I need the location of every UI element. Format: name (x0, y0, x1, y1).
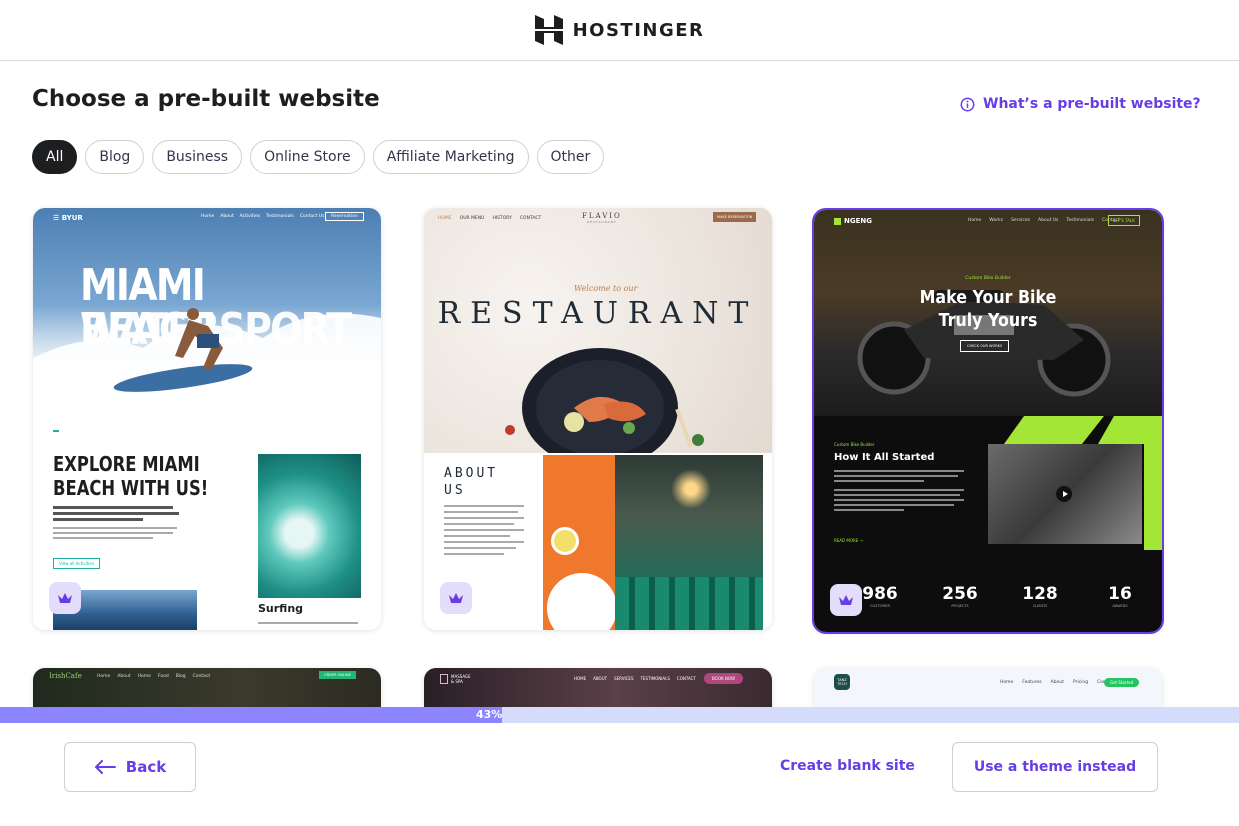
template-card-restaurant[interactable]: HOME OUR MENU HISTORY CONTACT FLAVIO RESTAU… (424, 208, 772, 630)
preview-read-more: READ MORE → (834, 538, 863, 543)
filter-all[interactable]: All (32, 140, 78, 174)
preview-logo: MASSAGE & SPA (440, 674, 471, 684)
progress-label: 43% (476, 708, 503, 721)
progress-fill (0, 707, 503, 723)
preview-cta: Get Started (1104, 678, 1140, 687)
stat-value: 16 (1108, 584, 1132, 604)
page-title: Choose a pre-built website (32, 86, 380, 112)
preview-cta: ORDER ONLINE (319, 671, 356, 679)
create-blank-site-button[interactable]: Create blank site (780, 758, 915, 774)
back-button[interactable]: Back (64, 742, 196, 792)
preview-about-1: ABOUT (444, 466, 499, 481)
preview-nav: HomeFeaturesAboutPricingContact (1000, 680, 1115, 685)
stat-label: AWARDS (1112, 604, 1128, 608)
preview-section: EXPLORE MIAMI BEACH WITH US! View all Ac… (33, 422, 381, 630)
preview-hero: NGENG Home Works Services About Us Testimoni… (814, 210, 1162, 416)
back-button-label: Back (125, 758, 167, 776)
preview-nav: HOME ABOUT SERVICES TESTIMONIALS CONTACT (574, 676, 696, 681)
filter-blog[interactable]: Blog (85, 140, 145, 174)
preview-section-title: How It All Started (834, 452, 935, 463)
preview-hero-line-1: Make Your Bike (919, 287, 1057, 308)
category-filters: All Blog Business Online Store Affiliate… (32, 140, 605, 174)
surfer-illustration (33, 308, 381, 422)
filter-other[interactable]: Other (536, 140, 605, 174)
crown-icon (449, 593, 463, 603)
preview-hero-line-2: Truly Yours (938, 310, 1038, 331)
arrow-left-icon (94, 760, 116, 774)
plate-illustration (505, 348, 704, 453)
premium-badge (49, 582, 81, 614)
preview-kicker: Custom Bike Builder (965, 276, 1011, 281)
preview-nav: Home About Home Food Blog Contact (97, 674, 211, 679)
filter-online-store[interactable]: Online Store (250, 140, 365, 174)
stat-label: CLIENTS (1032, 604, 1048, 608)
preview-section-button: View all Activities (53, 558, 100, 569)
preview-logo: IrishCafe (49, 672, 82, 680)
preview-cta: BOOK NOW (704, 673, 743, 684)
help-link-label: What’s a pre-built website? (983, 96, 1201, 112)
preview-hero: HOME OUR MENU HISTORY CONTACT FLAVIO RESTAU… (424, 208, 772, 453)
preview-logo: TANZ TECH (834, 674, 850, 690)
preview-section: Custom Bike Builder How It All Started R… (814, 416, 1162, 632)
template-card-bike[interactable]: NGENG Home Works Services About Us Testimoni… (812, 208, 1164, 634)
preview-section-title-1: EXPLORE MIAMI (53, 452, 200, 476)
info-icon (960, 97, 975, 111)
stat-label: PROJECTS (951, 604, 969, 608)
filter-business[interactable]: Business (152, 140, 243, 174)
help-link[interactable]: What’s a pre-built website? (960, 96, 1201, 112)
preview-hero-button: CHECK OUR WORKS (960, 340, 1010, 352)
stat-value: 256 (942, 584, 978, 604)
top-header: HOSTINGER (0, 0, 1239, 61)
premium-badge (440, 582, 472, 614)
preview-section-title-2: BEACH WITH US! (53, 476, 209, 500)
preview-section-kicker: Custom Bike Builder (834, 442, 875, 447)
preview-stats: 986 CUSTOMER 256 PROJECTS 128 CLIENTS 16… (850, 584, 1150, 608)
spa-logo-icon (440, 674, 448, 684)
preview-caption: Surfing (258, 602, 304, 615)
preview-orange-panel (543, 455, 617, 630)
template-card-miami-beach[interactable]: ☰ BYUR Home About Activities Testimonials Co… (33, 208, 381, 630)
hostinger-logo-icon (534, 15, 563, 45)
preview-wave-image (258, 454, 361, 598)
preview-interior-image (615, 455, 763, 630)
preview-about-2: US (444, 483, 466, 498)
crown-icon (839, 595, 853, 605)
play-icon (1056, 486, 1072, 502)
filter-affiliate-marketing[interactable]: Affiliate Marketing (372, 140, 529, 174)
preview-about: ABOUT US (424, 453, 772, 630)
preview-hero: ☰ BYUR Home About Activities Testimonials Co… (33, 208, 381, 422)
preview-video-thumb (988, 444, 1142, 544)
crown-icon (58, 593, 72, 603)
use-theme-button[interactable]: Use a theme instead (952, 742, 1158, 792)
brand-name: HOSTINGER (572, 19, 705, 41)
progress-bar: 43% (0, 707, 1239, 723)
stat-value: 128 (1022, 584, 1058, 604)
premium-badge (830, 584, 862, 616)
